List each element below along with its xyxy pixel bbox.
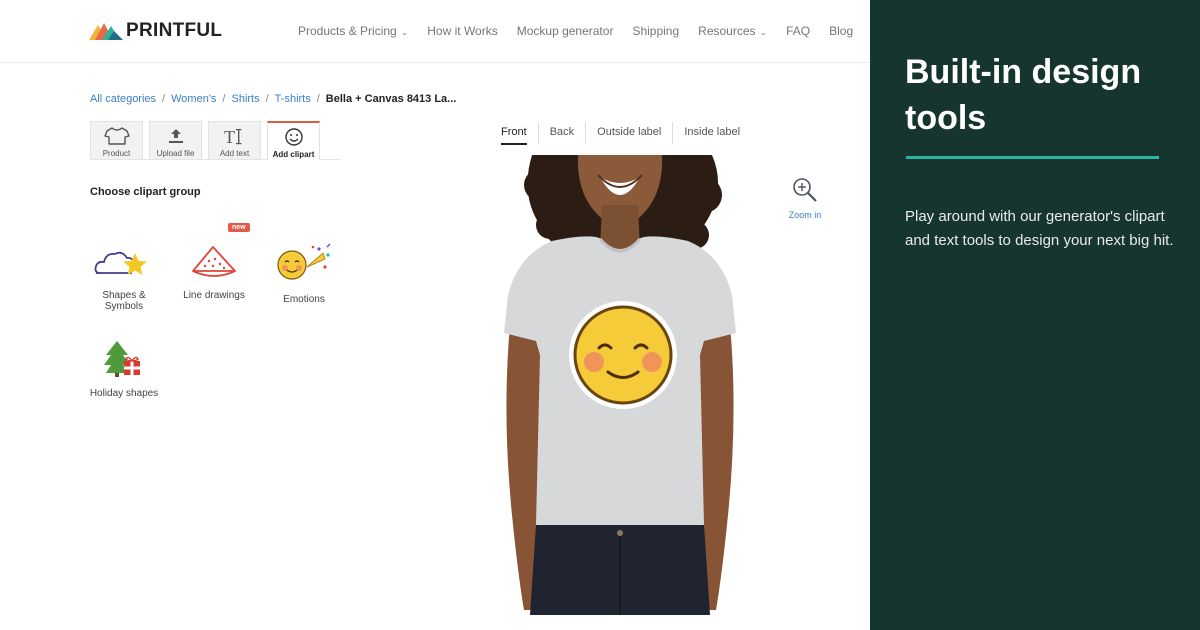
nav-label: Products & Pricing	[298, 24, 397, 38]
zoom-in-label: Zoom in	[788, 210, 822, 220]
clipart-group-holiday-shapes[interactable]: Holiday shapes	[84, 334, 164, 399]
view-tab-back[interactable]: Back	[549, 122, 587, 144]
tab-label: Add text	[219, 149, 250, 158]
clipart-group-label: Line drawings	[183, 290, 245, 301]
cloud-star-icon	[84, 236, 164, 286]
smiley-outline-icon	[284, 127, 304, 147]
breadcrumb-separator: /	[222, 93, 226, 105]
nav-mockup-generator[interactable]: Mockup generator	[517, 24, 614, 38]
clipart-group-label: Shapes & Symbols	[102, 290, 146, 312]
nav-label: How it Works	[427, 24, 498, 38]
nav-resources[interactable]: Resources ⌄	[698, 24, 767, 38]
tab-add-clipart[interactable]: Add clipart	[267, 121, 320, 160]
watermelon-icon	[174, 236, 254, 286]
clipart-group-heading: Choose clipart group	[90, 186, 201, 198]
view-tab-label: Back	[549, 126, 575, 138]
clipart-group-label: Holiday shapes	[89, 388, 159, 399]
breadcrumb-separator: /	[316, 93, 320, 105]
tree-gift-icon	[84, 334, 164, 384]
nav-label: FAQ	[786, 24, 811, 38]
view-tab-front[interactable]: Front	[501, 122, 539, 145]
tab-add-text[interactable]: T Add text	[208, 121, 261, 159]
chevron-down-icon: ⌄	[759, 26, 768, 37]
printful-logo[interactable]: PRINTFUL	[89, 20, 222, 42]
nav-label: Shipping	[632, 24, 680, 38]
smiley-print-icon	[569, 301, 677, 409]
breadcrumb-separator: /	[162, 93, 166, 105]
nav-shipping[interactable]: Shipping	[632, 24, 679, 38]
breadcrumb-current-product: Bella + Canvas 8413 La...	[325, 93, 457, 105]
promo-title: Built-in design tools	[905, 53, 1142, 137]
nav-blog[interactable]: Blog	[829, 24, 853, 38]
promo-description: Play around with our generator's clipart…	[905, 208, 1174, 249]
clipart-group-emotions[interactable]: Emotions	[264, 236, 344, 305]
new-badge: new	[228, 223, 250, 232]
tshirt-icon	[103, 126, 130, 146]
breadcrumb-tshirts[interactable]: T-shirts	[275, 93, 311, 105]
upload-icon	[167, 126, 185, 146]
clipart-group-label: Emotions	[283, 294, 325, 305]
site-header: PRINTFUL Products & Pricing ⌄ How it Wor…	[0, 0, 870, 63]
promo-panel: Built-in design tools Play around with o…	[870, 0, 1200, 630]
nav-label: Resources	[698, 24, 756, 38]
design-tool-tabs: Product Upload file T Add text Add clipa…	[90, 121, 340, 160]
nav-products-pricing[interactable]: Products & Pricing ⌄	[298, 24, 408, 38]
printful-mountains-icon	[89, 23, 123, 40]
breadcrumb: All categories / Women's / Shirts / T-sh…	[90, 93, 456, 105]
view-tab-label: Inside label	[684, 126, 741, 138]
smiley-party-icon	[264, 236, 344, 286]
tab-label: Add clipart	[272, 150, 315, 159]
promo-divider	[906, 156, 1159, 159]
nav-label: Blog	[829, 24, 854, 38]
mockup-view-tabs: Front Back Outside label Inside label	[501, 122, 762, 145]
nav-label: Mockup generator	[516, 24, 614, 38]
zoom-in-button[interactable]: Zoom in	[784, 176, 826, 220]
tab-product[interactable]: Product	[90, 121, 143, 159]
nav-how-it-works[interactable]: How it Works	[427, 24, 497, 38]
product-mockup	[490, 155, 750, 615]
model-tshirt-image	[504, 155, 736, 615]
breadcrumb-all-categories[interactable]: All categories	[90, 93, 156, 105]
view-tab-outside-label[interactable]: Outside label	[597, 122, 674, 144]
breadcrumb-separator: /	[265, 93, 269, 105]
breadcrumb-shirts[interactable]: Shirts	[231, 93, 259, 105]
tab-label: Upload file	[156, 149, 195, 158]
zoom-in-icon	[793, 178, 817, 202]
nav-faq[interactable]: FAQ	[786, 24, 810, 38]
brand-name: PRINTFUL	[126, 20, 223, 41]
view-tab-inside-label[interactable]: Inside label	[684, 122, 751, 144]
text-cursor-icon: T	[223, 126, 247, 146]
clipart-group-shapes-symbols[interactable]: Shapes & Symbols	[84, 236, 164, 312]
tab-label: Product	[102, 149, 131, 158]
view-tab-label: Outside label	[597, 126, 662, 138]
view-tab-label: Front	[501, 126, 527, 145]
breadcrumb-womens[interactable]: Women's	[171, 93, 216, 105]
main-nav: Products & Pricing ⌄ How it Works Mockup…	[298, 24, 853, 38]
svg-text:T: T	[224, 127, 235, 145]
clipart-group-line-drawings[interactable]: new Line drawings	[174, 223, 254, 301]
chevron-down-icon: ⌄	[400, 26, 409, 37]
tab-upload-file[interactable]: Upload file	[149, 121, 202, 159]
